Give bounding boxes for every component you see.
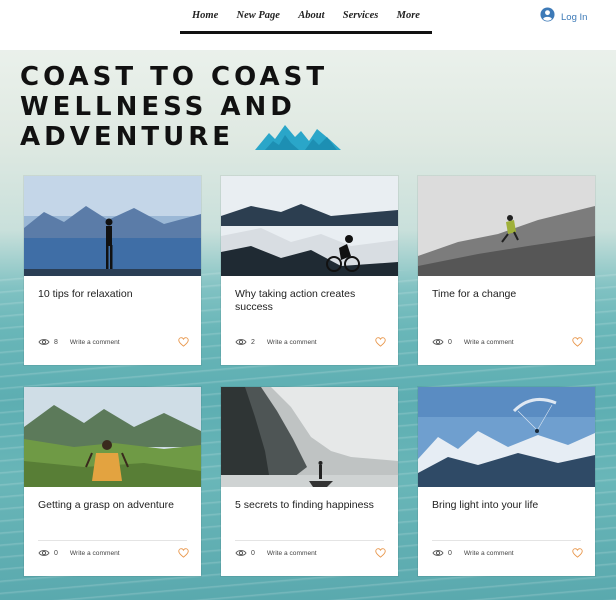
mountains-logo-icon (255, 123, 341, 156)
post-title[interactable]: Bring light into your life (432, 499, 584, 512)
heart-icon[interactable] (572, 548, 583, 558)
write-comment-link[interactable]: Write a comment (464, 339, 514, 346)
write-comment-link[interactable]: Write a comment (267, 339, 317, 346)
eye-icon (38, 544, 50, 562)
write-comment-link[interactable]: Write a comment (267, 550, 317, 557)
post-title[interactable]: 5 secrets to finding happiness (235, 499, 387, 512)
card-divider (38, 540, 187, 541)
post-image-cliffs[interactable] (221, 387, 398, 487)
title-line-1: COAST TO COAST (20, 62, 329, 92)
card-divider (235, 540, 384, 541)
post-image-paraglider[interactable] (418, 387, 595, 487)
post-image-hiker[interactable] (24, 387, 201, 487)
post-footer: 0 Write a comment (432, 547, 583, 559)
views-count: 0 (448, 338, 452, 346)
post-card[interactable]: 10 tips for relaxation 8 Write a comment (24, 176, 201, 365)
post-image-climber[interactable] (418, 176, 595, 276)
write-comment-link[interactable]: Write a comment (464, 550, 514, 557)
nav-item-home[interactable]: Home (192, 10, 218, 21)
post-footer: 8 Write a comment (38, 336, 189, 348)
post-title[interactable]: Time for a change (432, 288, 584, 301)
title-line-2: WELLNESS AND (20, 92, 296, 122)
views-count: 2 (251, 338, 255, 346)
heart-icon[interactable] (375, 548, 386, 558)
top-bar: Home New Page About Services More Log In (0, 0, 616, 50)
views-count: 0 (54, 549, 58, 557)
post-title[interactable]: Why taking action creates success (235, 288, 387, 314)
post-footer: 0 Write a comment (235, 547, 386, 559)
login-button[interactable]: Log In (540, 7, 588, 27)
heart-icon[interactable] (572, 337, 583, 347)
login-label: Log In (561, 11, 588, 23)
post-card[interactable]: Why taking action creates success 2 Writ… (221, 176, 398, 365)
post-card[interactable]: Getting a grasp on adventure 0 Write a c… (24, 387, 201, 576)
views-count: 8 (54, 338, 58, 346)
eye-icon (432, 544, 444, 562)
eye-icon (235, 544, 247, 562)
post-card[interactable]: 5 secrets to finding happiness 0 Write a… (221, 387, 398, 576)
eye-icon (235, 333, 247, 351)
eye-icon (432, 333, 444, 351)
post-footer: 2 Write a comment (235, 336, 386, 348)
nav-item-more[interactable]: More (397, 10, 420, 21)
post-card[interactable]: Time for a change 0 Write a comment (418, 176, 595, 365)
heart-icon[interactable] (375, 337, 386, 347)
eye-icon (38, 333, 50, 351)
views-count: 0 (251, 549, 255, 557)
heart-icon[interactable] (178, 337, 189, 347)
post-title[interactable]: Getting a grasp on adventure (38, 499, 190, 512)
user-avatar-icon (540, 7, 555, 27)
card-divider (432, 540, 581, 541)
write-comment-link[interactable]: Write a comment (70, 339, 120, 346)
post-footer: 0 Write a comment (38, 547, 189, 559)
main-nav: Home New Page About Services More (180, 0, 432, 34)
nav-item-new-page[interactable]: New Page (237, 10, 280, 21)
post-card[interactable]: Bring light into your life 0 Write a com… (418, 387, 595, 576)
write-comment-link[interactable]: Write a comment (70, 550, 120, 557)
nav-item-services[interactable]: Services (343, 10, 379, 21)
post-image-cyclist[interactable] (221, 176, 398, 276)
views-count: 0 (448, 549, 452, 557)
post-title[interactable]: 10 tips for relaxation (38, 288, 190, 301)
heart-icon[interactable] (178, 548, 189, 558)
post-image-lake[interactable] (24, 176, 201, 276)
nav-item-about[interactable]: About (298, 10, 324, 21)
post-footer: 0 Write a comment (432, 336, 583, 348)
